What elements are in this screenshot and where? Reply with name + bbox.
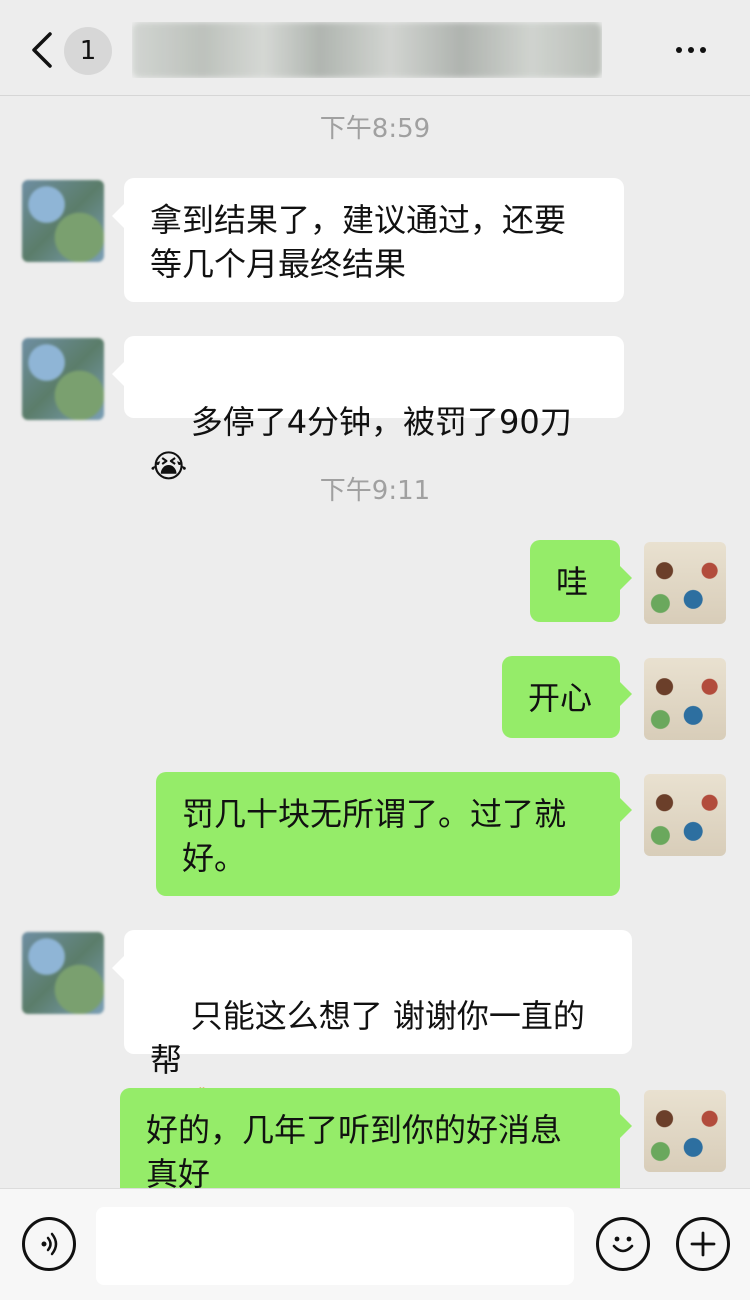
message-bubble-received[interactable]: 只能这么想了 谢谢你一直的帮 助🙏 xyxy=(112,930,632,1123)
message-bubble-sent[interactable]: 开心 xyxy=(502,656,632,738)
more-options-button[interactable] xyxy=(676,38,716,58)
chat-header: 1 xyxy=(0,0,750,96)
chat-title xyxy=(132,22,602,78)
my-avatar[interactable] xyxy=(644,774,726,856)
message-text: 多停了4分钟，被罚了90刀 xyxy=(190,403,572,441)
voice-icon xyxy=(41,1232,58,1256)
emoji-button[interactable] xyxy=(596,1217,650,1271)
message-bubble-received[interactable]: 多停了4分钟，被罚了90刀😭 xyxy=(112,336,624,485)
message-bubble-sent[interactable]: 哇 xyxy=(530,540,632,622)
smiley-icon xyxy=(612,1236,634,1253)
more-actions-button[interactable] xyxy=(676,1217,730,1271)
chevron-left-icon xyxy=(32,32,52,68)
input-bar xyxy=(0,1188,750,1300)
back-button[interactable] xyxy=(28,30,56,70)
my-avatar[interactable] xyxy=(644,1090,726,1172)
unread-count-badge[interactable]: 1 xyxy=(64,27,112,75)
chat-screen: 1 下午8:59 拿到结果了，建议通过，还要 等几个月最终结果 多停了4分钟，被… xyxy=(0,0,750,1300)
ellipsis-icon xyxy=(676,47,682,53)
contact-avatar[interactable] xyxy=(22,180,104,262)
my-avatar[interactable] xyxy=(644,658,726,740)
message-input[interactable] xyxy=(96,1207,574,1285)
timestamp: 下午8:59 xyxy=(319,114,431,144)
voice-input-button[interactable] xyxy=(22,1217,76,1271)
my-avatar[interactable] xyxy=(644,542,726,624)
message-bubble-sent[interactable]: 罚几十块无所谓了。过了就 好。 xyxy=(156,772,632,896)
plus-icon xyxy=(690,1231,716,1257)
message-bubble-received[interactable]: 拿到结果了，建议通过，还要 等几个月最终结果 xyxy=(112,178,624,302)
timestamp: 下午9:11 xyxy=(319,476,431,506)
contact-avatar[interactable] xyxy=(22,932,104,1014)
contact-avatar[interactable] xyxy=(22,338,104,420)
